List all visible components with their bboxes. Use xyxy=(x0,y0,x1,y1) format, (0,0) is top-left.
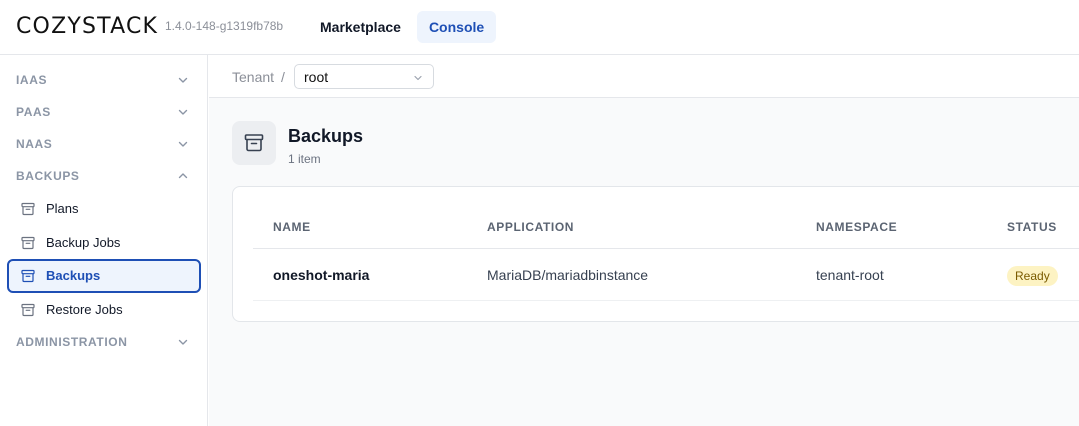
status-badge: Ready xyxy=(1007,266,1058,286)
cell-namespace: tenant-root xyxy=(816,267,884,283)
table-row-divider xyxy=(253,300,1079,301)
sidebar-section-administration[interactable]: ADMINISTRATION xyxy=(0,326,208,358)
chevron-down-icon xyxy=(178,339,188,345)
sidebar-item-label: Restore Jobs xyxy=(46,302,123,317)
sidebar-section-naas[interactable]: NAAS xyxy=(0,128,208,160)
sidebar-section-label: NAAS xyxy=(16,137,53,151)
app-version: 1.4.0-148-g1319fb78b xyxy=(165,19,284,33)
column-header-name[interactable]: NAME xyxy=(273,220,311,234)
main-content: Tenant / root Backups 1 item NAME APPLIC… xyxy=(209,55,1079,426)
sidebar-item-backup-jobs[interactable]: Backup Jobs xyxy=(7,226,201,260)
chevron-down-icon xyxy=(178,141,188,147)
tab-console[interactable]: Console xyxy=(416,11,497,43)
app-logo[interactable]: COZYSTACK xyxy=(16,14,158,39)
top-bar: COZYSTACK 1.4.0-148-g1319fb78b Marketpla… xyxy=(0,0,1079,55)
column-header-status[interactable]: STATUS xyxy=(1007,220,1057,234)
tenant-select-value: root xyxy=(304,69,329,85)
sidebar-item-label: Plans xyxy=(46,201,79,216)
sidebar-section-label: PAAS xyxy=(16,105,51,119)
page-title: Backups xyxy=(288,126,364,146)
sidebar-item-restore-jobs[interactable]: Restore Jobs xyxy=(7,293,201,327)
sidebar-section-label: ADMINISTRATION xyxy=(16,335,128,349)
archive-icon xyxy=(244,134,264,152)
chevron-down-icon xyxy=(414,75,422,81)
page-icon-tile xyxy=(232,121,276,165)
archive-icon xyxy=(21,202,35,216)
cell-name[interactable]: oneshot-maria xyxy=(273,267,369,283)
chevron-down-icon xyxy=(178,109,188,115)
tenant-select[interactable]: root xyxy=(294,64,434,89)
sidebar-section-label: BACKUPS xyxy=(16,169,80,183)
column-header-application[interactable]: APPLICATION xyxy=(487,220,574,234)
sidebar-item-label: Backups xyxy=(46,268,101,283)
archive-icon xyxy=(21,269,35,283)
tab-marketplace[interactable]: Marketplace xyxy=(308,11,413,43)
breadcrumb-tenant-label[interactable]: Tenant xyxy=(232,69,274,85)
page-item-count: 1 item xyxy=(288,152,321,166)
archive-icon xyxy=(21,303,35,317)
sidebar: IAAS PAAS NAAS BACKUPS Plans Backup Jobs… xyxy=(0,55,208,426)
column-header-namespace[interactable]: NAMESPACE xyxy=(816,220,897,234)
top-nav: Marketplace Console xyxy=(308,11,497,43)
cell-application: MariaDB/mariadbinstance xyxy=(487,267,649,283)
sidebar-item-backups[interactable]: Backups xyxy=(7,259,201,293)
chevron-down-icon xyxy=(178,77,188,83)
sidebar-section-paas[interactable]: PAAS xyxy=(0,96,208,128)
archive-icon xyxy=(21,236,35,250)
backups-table: NAME APPLICATION NAMESPACE STATUS onesho… xyxy=(232,186,1079,322)
sidebar-item-label: Backup Jobs xyxy=(46,235,121,250)
breadcrumb-separator: / xyxy=(281,69,285,85)
sidebar-section-label: IAAS xyxy=(16,73,48,87)
breadcrumb: Tenant / root xyxy=(209,55,1079,98)
sidebar-item-plans[interactable]: Plans xyxy=(7,192,201,226)
sidebar-section-iaas[interactable]: IAAS xyxy=(0,64,208,96)
chevron-up-icon xyxy=(178,173,188,179)
table-row[interactable] xyxy=(253,249,1079,300)
sidebar-section-backups[interactable]: BACKUPS xyxy=(0,160,208,192)
